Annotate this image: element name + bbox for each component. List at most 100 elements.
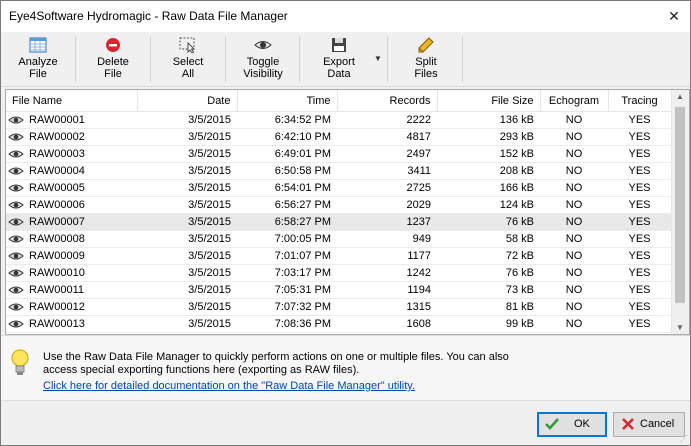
split-files-button[interactable]: Split Files <box>395 34 457 84</box>
file-name-label: RAW00006 <box>29 199 85 211</box>
vertical-scrollbar[interactable]: ▲ ▼ <box>671 90 689 334</box>
cell-date: 3/5/2015 <box>137 196 237 214</box>
resize-grip-icon[interactable]: ⋰ <box>680 434 688 443</box>
column-header-tracing[interactable]: Tracing <box>608 90 672 112</box>
cancel-label: Cancel <box>640 418 675 430</box>
eye-icon[interactable] <box>8 302 24 312</box>
cell-records: 2725 <box>337 179 437 197</box>
cell-file-size: 136 kB <box>437 111 540 129</box>
scroll-up-icon[interactable]: ▲ <box>676 92 684 101</box>
cell-echogram: NO <box>540 230 608 248</box>
cell-records: 1242 <box>337 264 437 282</box>
file-list-table[interactable]: File Name Date Time Records File Size Ec… <box>5 89 690 335</box>
column-header-time[interactable]: Time <box>237 90 338 112</box>
eye-icon[interactable] <box>8 234 24 244</box>
ok-button[interactable]: OK <box>537 412 607 437</box>
column-header-echogram[interactable]: Echogram <box>540 90 609 112</box>
cell-file-size: 76 kB <box>437 213 540 231</box>
delete-label-1: Delete <box>97 56 129 68</box>
cell-file-size: 73 kB <box>437 281 540 299</box>
table-row[interactable]: RAW00008 3/5/2015 7:00:05 PM 949 58 kB NO YES <box>6 230 671 248</box>
select-all-button[interactable]: Select All <box>157 34 219 84</box>
cell-records: 2029 <box>337 196 437 214</box>
cell-file-name: RAW00008 <box>6 230 137 248</box>
cell-time: 6:58:27 PM <box>237 213 337 231</box>
eye-icon[interactable] <box>8 217 24 227</box>
eye-icon[interactable] <box>8 149 24 159</box>
cell-file-name: RAW00002 <box>6 128 137 146</box>
cell-time: 7:01:07 PM <box>237 247 337 265</box>
cell-echogram: NO <box>540 128 608 146</box>
cell-tracing: YES <box>608 111 671 129</box>
cell-tracing: YES <box>608 196 671 214</box>
table-row[interactable]: RAW00011 3/5/2015 7:05:31 PM 1194 73 kB NO YES <box>6 281 671 299</box>
table-row[interactable]: RAW00002 3/5/2015 6:42:10 PM 4817 293 kB NO YE… <box>6 128 671 146</box>
toolbar-separator <box>75 36 76 82</box>
toolbar-separator <box>150 36 151 82</box>
cell-time: 6:50:58 PM <box>237 162 337 180</box>
column-header-file-name[interactable]: File Name <box>6 90 138 112</box>
cell-records: 1315 <box>337 298 437 316</box>
table-row[interactable]: RAW00003 3/5/2015 6:49:01 PM 2497 152 kB NO YE… <box>6 145 671 163</box>
column-header-file-size[interactable]: File Size <box>437 90 541 112</box>
file-name-label: RAW00007 <box>29 216 85 228</box>
eye-icon[interactable] <box>8 166 24 176</box>
cell-time: 6:42:10 PM <box>237 128 337 146</box>
eye-icon[interactable] <box>8 285 24 295</box>
toggle-visibility-button[interactable]: Toggle Visibility <box>232 34 294 84</box>
close-icon[interactable]: ✕ <box>664 6 684 26</box>
column-header-date[interactable]: Date <box>137 90 238 112</box>
eye-icon[interactable] <box>8 319 24 329</box>
table-row[interactable]: RAW00004 3/5/2015 6:50:58 PM 3411 208 kB NO YE… <box>6 162 671 180</box>
cell-file-size: 208 kB <box>437 162 540 180</box>
analyze-file-button[interactable]: Analyze File <box>7 34 69 84</box>
chevron-down-icon[interactable]: ▼ <box>374 54 382 63</box>
column-header-records[interactable]: Records <box>337 90 438 112</box>
table-row[interactable]: RAW00013 3/5/2015 7:08:36 PM 1608 99 kB NO YES <box>6 315 671 333</box>
table-row[interactable]: RAW00001 3/5/2015 6:34:52 PM 2222 136 kB NO YE… <box>6 111 671 129</box>
file-name-label: RAW00003 <box>29 148 85 160</box>
delete-file-button[interactable]: Delete File <box>82 34 144 84</box>
info-line-1: Use the Raw Data File Manager to quickly… <box>43 351 509 363</box>
cell-time: 6:49:01 PM <box>237 145 337 163</box>
cell-time: 6:54:01 PM <box>237 179 337 197</box>
cell-date: 3/5/2015 <box>137 145 237 163</box>
cell-echogram: NO <box>540 145 608 163</box>
cell-echogram: NO <box>540 162 608 180</box>
eye-icon[interactable] <box>8 251 24 261</box>
cell-file-size: 124 kB <box>437 196 540 214</box>
scrollbar-thumb[interactable] <box>675 107 685 303</box>
scroll-down-icon[interactable]: ▼ <box>676 323 684 332</box>
export-data-button[interactable]: Export Data <box>307 34 371 84</box>
file-name-label: RAW00011 <box>29 284 85 296</box>
table-row[interactable]: RAW00010 3/5/2015 7:03:17 PM 1242 76 kB NO YES <box>6 264 671 282</box>
cell-file-size: 72 kB <box>437 247 540 265</box>
cell-time: 7:00:05 PM <box>237 230 337 248</box>
eye-icon[interactable] <box>8 115 24 125</box>
file-name-label: RAW00013 <box>29 318 85 330</box>
cell-records: 1237 <box>337 213 437 231</box>
eye-icon[interactable] <box>8 200 24 210</box>
cell-file-name: RAW00011 <box>6 281 137 299</box>
cell-date: 3/5/2015 <box>137 230 237 248</box>
delete-label-2: File <box>104 68 122 80</box>
table-row[interactable]: RAW00012 3/5/2015 7:07:32 PM 1315 81 kB NO YES <box>6 298 671 316</box>
table-row[interactable]: RAW00009 3/5/2015 7:01:07 PM 1177 72 kB NO YES <box>6 247 671 265</box>
cell-date: 3/5/2015 <box>137 315 237 333</box>
cell-file-size: 293 kB <box>437 128 540 146</box>
cancel-button[interactable]: Cancel <box>613 412 685 437</box>
table-row[interactable]: RAW00006 3/5/2015 6:56:27 PM 2029 124 kB NO YE… <box>6 196 671 214</box>
lightbulb-icon <box>11 349 29 375</box>
table-row[interactable]: RAW00007 3/5/2015 6:58:27 PM 1237 76 kB NO YES <box>6 213 671 231</box>
cell-records: 4817 <box>337 128 437 146</box>
cell-time: 6:34:52 PM <box>237 111 337 129</box>
cell-tracing: YES <box>608 264 671 282</box>
eye-icon[interactable] <box>8 268 24 278</box>
table-header-row: File Name Date Time Records File Size Ec… <box>6 90 672 112</box>
file-name-label: RAW00001 <box>29 114 85 126</box>
info-line-2: access special exporting functions here … <box>43 364 360 376</box>
eye-icon[interactable] <box>8 132 24 142</box>
table-row[interactable]: RAW00005 3/5/2015 6:54:01 PM 2725 166 kB NO YE… <box>6 179 671 197</box>
documentation-link[interactable]: Click here for detailed documentation on… <box>43 380 415 392</box>
eye-icon[interactable] <box>8 183 24 193</box>
